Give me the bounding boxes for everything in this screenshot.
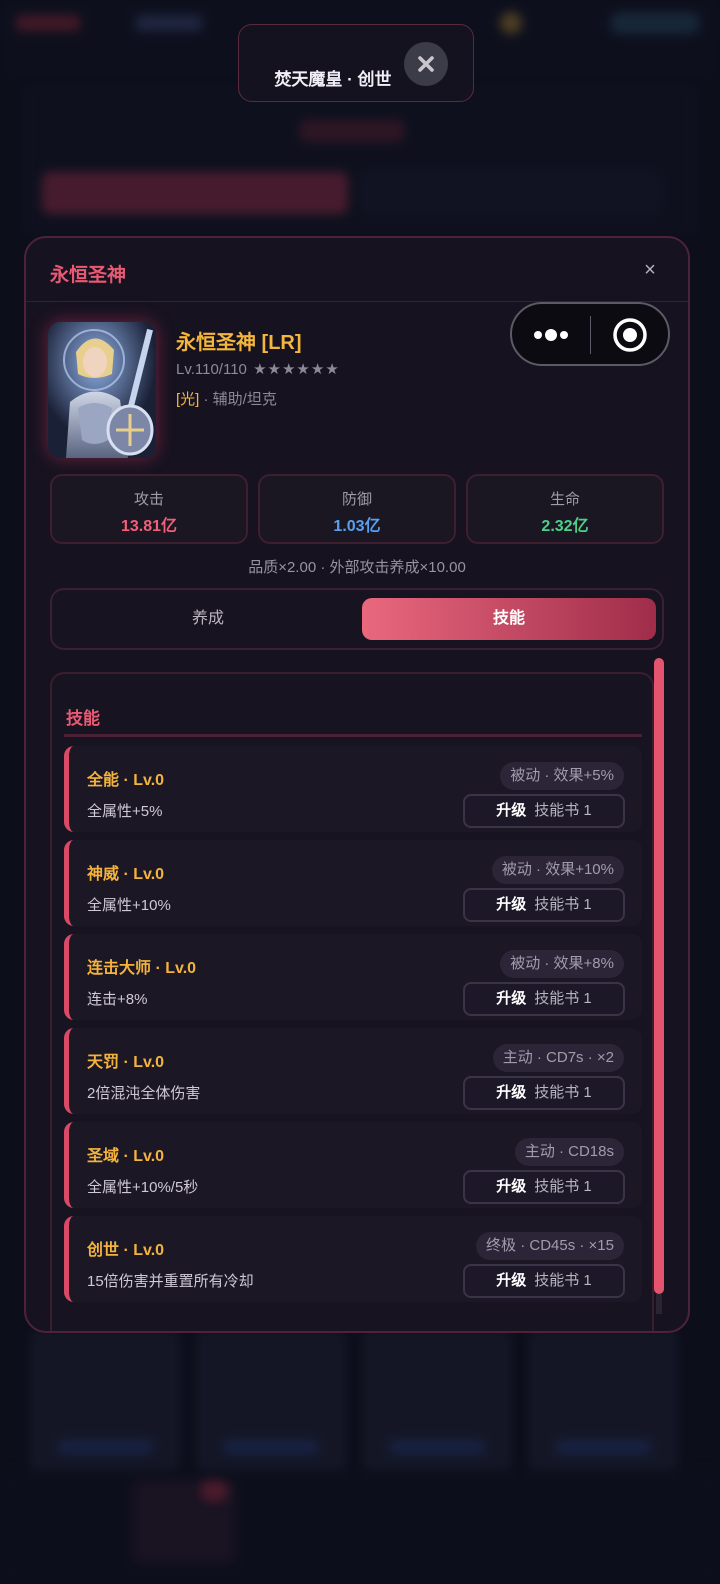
skill-card: 全能 · Lv.0 全属性+5% 被动 · 效果+5% 升级 技能书 1	[64, 746, 642, 832]
capsule-menu	[510, 302, 670, 366]
upgrade-button[interactable]: 升级 技能书 1	[463, 982, 625, 1016]
upgrade-button[interactable]: 升级 技能书 1	[463, 794, 625, 828]
upgrade-cost: 技能书 1	[534, 1084, 592, 1101]
skill-type-badge: 终极 · CD45s · ×15	[476, 1232, 624, 1260]
skills-panel[interactable]: 技能 全能 · Lv.0 全属性+5% 被动 · 效果+5% 升级 技能书 1 神…	[50, 672, 654, 1331]
stat-label: 生命	[549, 491, 580, 508]
upgrade-label: 升级	[496, 990, 527, 1007]
upgrade-label: 升级	[496, 1178, 527, 1195]
target-circle-icon[interactable]	[612, 317, 648, 353]
skill-name: 创世 · Lv.0	[87, 1242, 165, 1259]
skill-name: 连击大师 · Lv.0	[87, 960, 197, 977]
upgrade-cost: 技能书 1	[534, 990, 592, 1007]
stat-value: 1.03亿	[333, 518, 381, 535]
hero-name: 永恒圣神 [LR]	[176, 332, 302, 354]
stat-defense: 防御 1.03亿	[258, 474, 456, 544]
modal-title: 永恒圣神	[50, 265, 127, 286]
capsule-divider	[590, 316, 591, 354]
skill-type-badge: 主动 · CD7s · ×2	[492, 1044, 624, 1072]
modal-header: 永恒圣神 ×	[26, 238, 688, 302]
skill-description: 2倍混沌全体伤害	[87, 1085, 201, 1102]
hero-level-value: Lv.110/110	[176, 361, 247, 378]
upgrade-button[interactable]: 升级 技能书 1	[463, 1076, 625, 1110]
stat-value: 2.32亿	[541, 518, 589, 535]
upgrade-button[interactable]: 升级 技能书 1	[463, 1170, 625, 1204]
skill-card: 创世 · Lv.0 15倍伤害并重置所有冷却 终极 · CD45s · ×15 …	[64, 1216, 642, 1302]
hero-role: · 辅助/坦克	[199, 391, 277, 408]
upgrade-cost: 技能书 1	[534, 896, 592, 913]
hero-element: [光]	[176, 391, 200, 408]
modal-close-button[interactable]: ×	[640, 260, 660, 280]
close-icon-glyph	[418, 56, 434, 72]
hero-level: Lv.110/110 ★★★★★★	[176, 360, 340, 378]
upgrade-cost: 技能书 1	[534, 1178, 592, 1195]
hero-class: [光] · 辅助/坦克	[176, 388, 277, 409]
skill-name: 全能 · Lv.0	[87, 772, 165, 789]
skills-section-title: 技能	[66, 709, 100, 728]
upgrade-label: 升级	[496, 1084, 527, 1101]
skill-card: 天罚 · Lv.0 2倍混沌全体伤害 主动 · CD7s · ×2 升级 技能书 …	[64, 1028, 642, 1114]
skill-description: 全属性+10%	[87, 897, 171, 914]
hero-portrait-image	[48, 322, 156, 458]
skill-name: 圣域 · Lv.0	[87, 1148, 165, 1165]
stat-label: 攻击	[133, 491, 164, 508]
stat-label: 防御	[341, 491, 372, 508]
scrollbar-track	[656, 1294, 662, 1314]
upgrade-cost: 技能书 1	[534, 802, 592, 819]
more-dots-icon[interactable]	[532, 324, 572, 346]
divider	[64, 734, 642, 737]
skill-type-badge: 被动 · 效果+10%	[491, 856, 624, 884]
skill-type-badge: 主动 · CD18s	[514, 1138, 624, 1166]
skill-description: 全属性+10%/5秒	[87, 1179, 199, 1196]
tab-cultivate[interactable]: 养成	[60, 598, 356, 640]
upgrade-cost: 技能书 1	[534, 1272, 592, 1289]
skill-card: 连击大师 · Lv.0 连击+8% 被动 · 效果+8% 升级 技能书 1	[64, 934, 642, 1020]
skill-type-badge: 被动 · 效果+8%	[500, 950, 624, 978]
skill-description: 15倍伤害并重置所有冷却	[87, 1273, 254, 1290]
scrollbar[interactable]	[654, 658, 664, 1294]
close-icon[interactable]	[404, 42, 448, 86]
skill-card: 神威 · Lv.0 全属性+10% 被动 · 效果+10% 升级 技能书 1	[64, 840, 642, 926]
skill-description: 全属性+5%	[87, 803, 163, 820]
upgrade-button[interactable]: 升级 技能书 1	[463, 1264, 625, 1298]
hero-star-rating: ★★★★★★	[253, 361, 340, 378]
target-circle-glyph	[613, 318, 647, 352]
toast: 焚天魔皇 · 创世	[238, 24, 474, 102]
upgrade-label: 升级	[496, 1272, 527, 1289]
stat-health: 生命 2.32亿	[466, 474, 664, 544]
tab-skills[interactable]: 技能	[362, 598, 656, 640]
stat-attack: 攻击 13.81亿	[50, 474, 248, 544]
hero-detail-modal: 永恒圣神 × 永恒圣神 [LR] Lv.110/110 ★★★★★★ [光] ·…	[24, 236, 690, 1333]
skill-card: 圣域 · Lv.0 全属性+10%/5秒 主动 · CD18s 升级 技能书 1	[64, 1122, 642, 1208]
skill-name: 神威 · Lv.0	[87, 866, 165, 883]
upgrade-label: 升级	[496, 802, 527, 819]
skill-name: 天罚 · Lv.0	[87, 1054, 165, 1071]
upgrade-label: 升级	[496, 896, 527, 913]
multiplier-text: 品质×2.00 · 外部攻击养成×10.00	[248, 559, 466, 576]
more-dots-glyph	[534, 329, 568, 341]
hero-portrait	[48, 322, 156, 458]
skill-description: 连击+8%	[87, 991, 148, 1008]
stat-value: 13.81亿	[120, 518, 178, 535]
hero-tabs: 养成 技能	[50, 588, 664, 650]
skill-type-badge: 被动 · 效果+5%	[500, 762, 624, 790]
upgrade-button[interactable]: 升级 技能书 1	[463, 888, 625, 922]
